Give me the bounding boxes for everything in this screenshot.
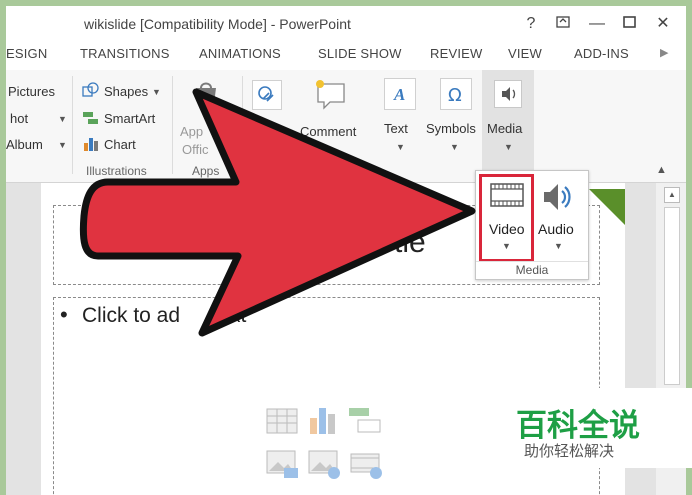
watermark: 百科全说 助你轻松解决 [504, 388, 692, 468]
watermark-main-text: 百科全说 [516, 408, 640, 444]
watermark-sub-text: 助你轻松解决 [524, 442, 615, 460]
